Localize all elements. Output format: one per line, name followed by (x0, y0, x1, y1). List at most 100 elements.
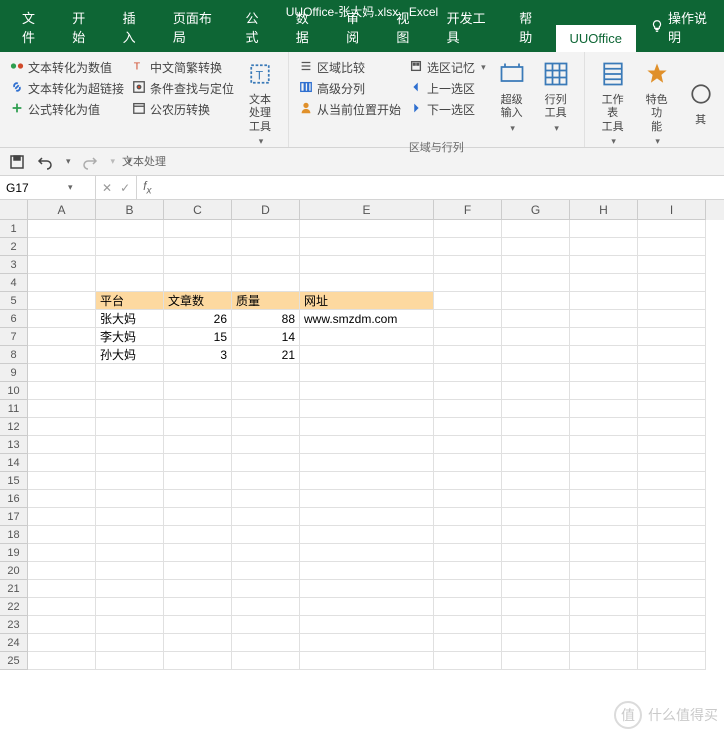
tab-page-layout[interactable]: 页面布局 (159, 2, 232, 52)
cell-F8[interactable] (434, 346, 502, 364)
col-header-G[interactable]: G (502, 200, 570, 220)
cell-C18[interactable] (164, 526, 232, 544)
cell-D3[interactable] (232, 256, 300, 274)
btn-row-col-tools[interactable]: 行列 工具▾ (536, 56, 576, 137)
cell-G1[interactable] (502, 220, 570, 238)
cell-A11[interactable] (28, 400, 96, 418)
cell-E2[interactable] (300, 238, 434, 256)
btn-super-input[interactable]: 超级 输入▾ (492, 56, 532, 137)
row-header-23[interactable]: 23 (0, 616, 28, 634)
cell-G11[interactable] (502, 400, 570, 418)
cell-B16[interactable] (96, 490, 164, 508)
cell-E10[interactable] (300, 382, 434, 400)
btn-special-features[interactable]: 特色功 能▾ (637, 56, 677, 151)
cell-C9[interactable] (164, 364, 232, 382)
row-header-8[interactable]: 8 (0, 346, 28, 364)
save-button[interactable] (8, 153, 26, 171)
cell-D7[interactable]: 14 (232, 328, 300, 346)
btn-text-to-hyperlink[interactable]: 文本转化为超链接 (8, 79, 126, 98)
cell-D21[interactable] (232, 580, 300, 598)
cell-B11[interactable] (96, 400, 164, 418)
cell-I2[interactable] (638, 238, 706, 256)
cell-E15[interactable] (300, 472, 434, 490)
cell-G6[interactable] (502, 310, 570, 328)
redo-button[interactable] (81, 153, 99, 171)
cell-E18[interactable] (300, 526, 434, 544)
cell-G4[interactable] (502, 274, 570, 292)
cell-E22[interactable] (300, 598, 434, 616)
cell-C12[interactable] (164, 418, 232, 436)
cell-G17[interactable] (502, 508, 570, 526)
cell-D6[interactable]: 88 (232, 310, 300, 328)
cell-E8[interactable] (300, 346, 434, 364)
cell-H22[interactable] (570, 598, 638, 616)
cell-D23[interactable] (232, 616, 300, 634)
btn-other[interactable]: 其 (681, 56, 721, 151)
cell-B22[interactable] (96, 598, 164, 616)
cell-C10[interactable] (164, 382, 232, 400)
cell-D4[interactable] (232, 274, 300, 292)
cell-I23[interactable] (638, 616, 706, 634)
cell-G22[interactable] (502, 598, 570, 616)
cell-B10[interactable] (96, 382, 164, 400)
col-header-H[interactable]: H (570, 200, 638, 220)
btn-text-to-number[interactable]: 文本转化为数值 (8, 58, 126, 77)
cell-C7[interactable]: 15 (164, 328, 232, 346)
cell-E16[interactable] (300, 490, 434, 508)
cell-H16[interactable] (570, 490, 638, 508)
cell-A5[interactable] (28, 292, 96, 310)
cell-C23[interactable] (164, 616, 232, 634)
cell-F3[interactable] (434, 256, 502, 274)
cell-B19[interactable] (96, 544, 164, 562)
cell-C19[interactable] (164, 544, 232, 562)
row-header-15[interactable]: 15 (0, 472, 28, 490)
row-header-25[interactable]: 25 (0, 652, 28, 670)
cell-B5[interactable]: 平台 (96, 292, 164, 310)
cell-A10[interactable] (28, 382, 96, 400)
formula-input[interactable] (157, 176, 724, 199)
cell-I11[interactable] (638, 400, 706, 418)
cell-G5[interactable] (502, 292, 570, 310)
cell-F11[interactable] (434, 400, 502, 418)
cell-G7[interactable] (502, 328, 570, 346)
cell-H13[interactable] (570, 436, 638, 454)
tab-home[interactable]: 开始 (58, 2, 108, 52)
redo-dropdown[interactable]: ▾ (111, 156, 116, 167)
cell-A24[interactable] (28, 634, 96, 652)
cell-F12[interactable] (434, 418, 502, 436)
cell-B13[interactable] (96, 436, 164, 454)
cell-G8[interactable] (502, 346, 570, 364)
cell-F6[interactable] (434, 310, 502, 328)
cell-H11[interactable] (570, 400, 638, 418)
cell-H21[interactable] (570, 580, 638, 598)
cell-H17[interactable] (570, 508, 638, 526)
cell-D18[interactable] (232, 526, 300, 544)
cell-F2[interactable] (434, 238, 502, 256)
cell-A8[interactable] (28, 346, 96, 364)
col-header-I[interactable]: I (638, 200, 706, 220)
cell-H1[interactable] (570, 220, 638, 238)
cell-F23[interactable] (434, 616, 502, 634)
tab-uuoffice[interactable]: UUOffice (556, 25, 637, 52)
row-header-12[interactable]: 12 (0, 418, 28, 436)
cell-F19[interactable] (434, 544, 502, 562)
cell-H19[interactable] (570, 544, 638, 562)
cell-A4[interactable] (28, 274, 96, 292)
row-header-4[interactable]: 4 (0, 274, 28, 292)
cell-B1[interactable] (96, 220, 164, 238)
row-header-2[interactable]: 2 (0, 238, 28, 256)
cell-B20[interactable] (96, 562, 164, 580)
cell-F13[interactable] (434, 436, 502, 454)
cell-I24[interactable] (638, 634, 706, 652)
tell-me[interactable]: 操作说明 (636, 2, 724, 52)
cell-E11[interactable] (300, 400, 434, 418)
tab-help[interactable]: 帮助 (505, 2, 555, 52)
cell-C17[interactable] (164, 508, 232, 526)
cell-A23[interactable] (28, 616, 96, 634)
cell-F15[interactable] (434, 472, 502, 490)
cell-C15[interactable] (164, 472, 232, 490)
cell-C5[interactable]: 文章数 (164, 292, 232, 310)
cell-I19[interactable] (638, 544, 706, 562)
cell-A20[interactable] (28, 562, 96, 580)
cell-C13[interactable] (164, 436, 232, 454)
